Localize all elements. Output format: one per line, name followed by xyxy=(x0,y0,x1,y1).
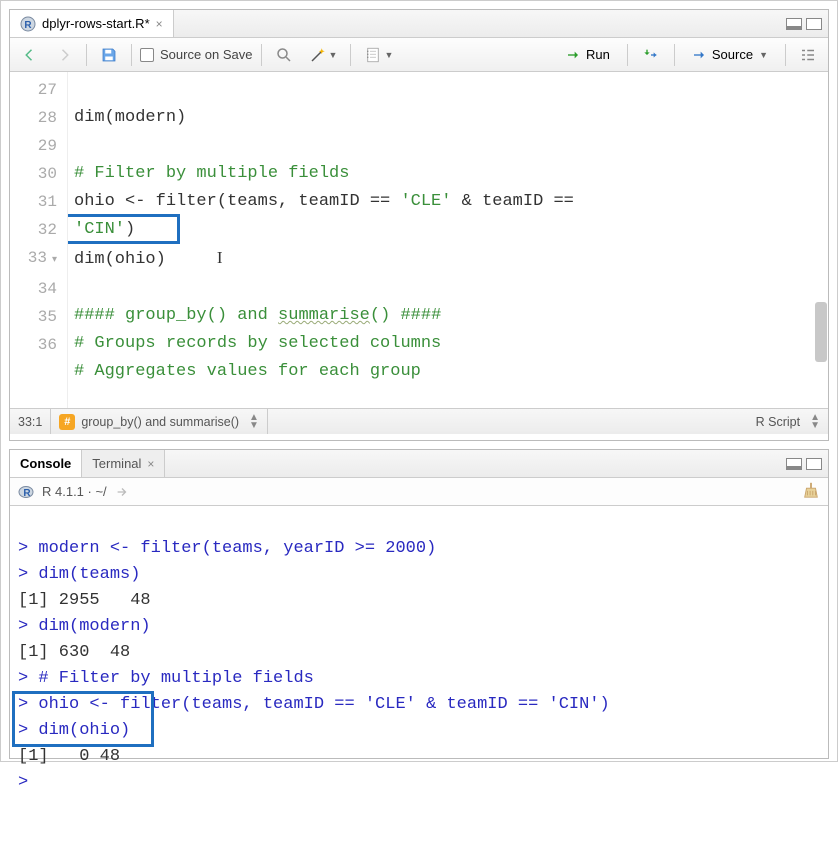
minimize-pane-icon[interactable] xyxy=(786,18,802,30)
save-button[interactable] xyxy=(95,42,123,68)
source-button[interactable]: Source ▼ xyxy=(683,42,777,68)
console-line: > # Filter by multiple fields xyxy=(18,669,314,688)
svg-text:R: R xyxy=(23,488,31,499)
console-prompt[interactable]: > xyxy=(18,773,38,792)
code-line-section: #### group_by() and summarise() #### xyxy=(74,306,441,325)
source-on-save-label: Source on Save xyxy=(160,47,253,62)
code-line: dim(ohio) I xyxy=(74,250,223,269)
notebook-button[interactable]: ▼ xyxy=(359,42,398,68)
code-line-comment: # Filter by multiple fields xyxy=(74,164,349,183)
code-area[interactable]: dim(modern) # Filter by multiple fields … xyxy=(68,72,828,408)
forward-button[interactable] xyxy=(50,42,78,68)
source-label: Source xyxy=(712,47,753,62)
wd-popout-icon[interactable] xyxy=(115,485,129,499)
console-tab[interactable]: Console xyxy=(10,450,82,477)
console-line: > dim(teams) xyxy=(18,565,140,584)
console-window-controls xyxy=(780,450,828,477)
console-line: > dim(modern) xyxy=(18,617,151,636)
editor-toolbar: Source on Save ▼ ▼ Run Source ▼ xyxy=(10,38,828,72)
language-indicator[interactable]: R Script ▲▼ xyxy=(748,414,828,430)
source-editor-pane: R dplyr-rows-start.R* × Source on Save ▼… xyxy=(9,9,829,441)
code-line-comment: # Aggregates values for each group xyxy=(74,362,421,381)
cursor-position: 33:1 xyxy=(10,409,51,434)
console-info-bar: R R 4.1.1 · ~/ xyxy=(10,478,828,506)
line-gutter: 27 28 29 30 31 32 33▾ 34 35 36 xyxy=(10,72,68,408)
console-output-line: [1] 0 48 xyxy=(18,747,120,766)
code-line: dim(modern) xyxy=(74,108,186,127)
code-line: ohio <- filter(teams, teamID == 'CLE' & … xyxy=(74,192,584,211)
editor-window-controls xyxy=(780,10,828,37)
find-button[interactable] xyxy=(270,42,298,68)
editor-status-bar: 33:1 # group_by() and summarise() ▲▼ R S… xyxy=(10,408,828,434)
editor-body[interactable]: 27 28 29 30 31 32 33▾ 34 35 36 dim(moder… xyxy=(10,72,828,408)
console-output-line: [1] 630 48 xyxy=(18,643,130,662)
console-output[interactable]: > modern <- filter(teams, yearID >= 2000… xyxy=(10,506,828,756)
code-line: 'CIN') xyxy=(74,220,135,239)
lang-updown-icon[interactable]: ▲▼ xyxy=(810,414,820,430)
console-output-line: [1] 2955 48 xyxy=(18,591,151,610)
clear-console-button[interactable] xyxy=(802,481,820,502)
r-version-text: R 4.1.1 · ~/ xyxy=(42,484,107,499)
editor-scrollbar-thumb[interactable] xyxy=(815,302,827,362)
console-line: > dim(ohio) xyxy=(18,721,130,740)
rscript-file-icon: R xyxy=(20,16,36,32)
terminal-tab[interactable]: Terminal × xyxy=(82,450,165,477)
back-button[interactable] xyxy=(16,42,44,68)
source-on-save-checkbox[interactable] xyxy=(140,48,154,62)
rerun-button[interactable] xyxy=(636,42,666,68)
console-line: > ohio <- filter(teams, teamID == 'CLE' … xyxy=(18,695,610,714)
editor-tab-filename: dplyr-rows-start.R* xyxy=(42,16,150,31)
text-cursor: I xyxy=(217,248,223,267)
outline-button[interactable] xyxy=(794,42,822,68)
close-terminal-icon[interactable]: × xyxy=(147,457,154,471)
code-line-comment: # Groups records by selected columns xyxy=(74,334,441,353)
editor-tab-active[interactable]: R dplyr-rows-start.R* × xyxy=(10,10,174,37)
run-button[interactable]: Run xyxy=(557,42,619,68)
hash-badge-icon: # xyxy=(59,414,75,430)
editor-tab-bar: R dplyr-rows-start.R* × xyxy=(10,10,828,38)
console-maximize-icon[interactable] xyxy=(806,458,822,470)
console-line: > modern <- filter(teams, yearID >= 2000… xyxy=(18,539,436,558)
run-label: Run xyxy=(586,47,610,62)
console-tab-bar: Console Terminal × xyxy=(10,450,828,478)
maximize-pane-icon[interactable] xyxy=(806,18,822,30)
close-tab-icon[interactable]: × xyxy=(156,17,163,31)
console-minimize-icon[interactable] xyxy=(786,458,802,470)
wand-button[interactable]: ▼ xyxy=(304,42,343,68)
r-logo-icon: R xyxy=(18,484,34,500)
console-pane: Console Terminal × R R 4.1.1 · ~/ > mode… xyxy=(9,449,829,759)
svg-text:R: R xyxy=(24,20,32,31)
section-updown-icon[interactable]: ▲▼ xyxy=(249,414,259,430)
section-indicator[interactable]: # group_by() and summarise() ▲▼ xyxy=(51,409,268,434)
